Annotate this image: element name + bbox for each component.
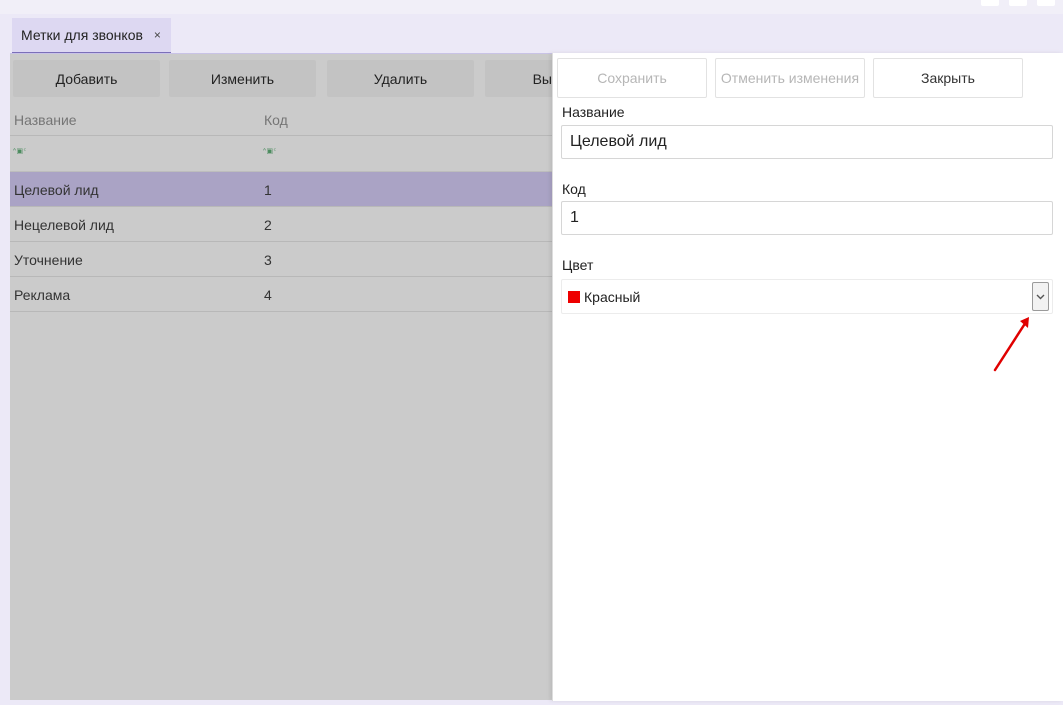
cell-code: 4 bbox=[264, 287, 272, 303]
close-button[interactable]: Закрыть bbox=[873, 58, 1023, 98]
save-button[interactable]: Сохранить bbox=[557, 58, 707, 98]
code-label: Код bbox=[562, 181, 586, 197]
cell-code: 1 bbox=[264, 182, 272, 198]
color-select[interactable]: Красный bbox=[561, 279, 1053, 314]
window-titlebar bbox=[0, 0, 1063, 14]
tab-close-icon[interactable]: × bbox=[154, 28, 161, 42]
name-field[interactable] bbox=[561, 125, 1053, 159]
edit-panel: Сохранить Отменить изменения Закрыть Наз… bbox=[552, 53, 1063, 701]
add-button[interactable]: Добавить bbox=[13, 60, 160, 97]
tab-strip: Метки для звонков × bbox=[0, 14, 1063, 54]
abc-filter-icon[interactable]: ᴬ▣ᶜ bbox=[263, 147, 277, 155]
cell-name: Целевой лид bbox=[14, 182, 99, 198]
tab-call-labels[interactable]: Метки для звонков × bbox=[12, 18, 171, 54]
annotation-arrow-icon bbox=[993, 317, 1029, 372]
name-label: Название bbox=[562, 104, 625, 120]
color-select-value: Красный bbox=[584, 289, 641, 305]
more-button[interactable]: Вы bbox=[485, 60, 555, 97]
table-row[interactable]: Нецелевой лид 2 bbox=[10, 207, 555, 242]
color-label: Цвет bbox=[562, 257, 594, 273]
maximize-button[interactable] bbox=[1009, 0, 1027, 6]
cell-name: Реклама bbox=[14, 287, 71, 303]
cell-name: Уточнение bbox=[14, 252, 83, 268]
column-header-code[interactable]: Код bbox=[264, 112, 288, 128]
close-window-button[interactable] bbox=[1037, 0, 1055, 6]
cell-code: 2 bbox=[264, 217, 272, 233]
grid-header: Название Код bbox=[10, 102, 555, 136]
code-field[interactable] bbox=[561, 201, 1053, 235]
table-row[interactable]: Реклама 4 bbox=[10, 277, 555, 312]
table-row[interactable]: Уточнение 3 bbox=[10, 242, 555, 277]
chevron-down-icon[interactable] bbox=[1032, 282, 1049, 311]
table-row[interactable]: Целевой лид 1 bbox=[10, 172, 555, 207]
edit-button[interactable]: Изменить bbox=[169, 60, 316, 97]
abc-filter-icon[interactable]: ᴬ▣ᶜ bbox=[13, 147, 27, 155]
minimize-button[interactable] bbox=[981, 0, 999, 6]
cancel-changes-button[interactable]: Отменить изменения bbox=[715, 58, 865, 98]
filter-row: ᴬ▣ᶜ ᴬ▣ᶜ bbox=[10, 137, 555, 172]
cell-code: 3 bbox=[264, 252, 272, 268]
column-header-name[interactable]: Название bbox=[14, 112, 77, 128]
delete-button[interactable]: Удалить bbox=[327, 60, 474, 97]
color-swatch bbox=[568, 291, 580, 303]
tab-label: Метки для звонков bbox=[21, 27, 143, 43]
cell-name: Нецелевой лид bbox=[14, 217, 114, 233]
